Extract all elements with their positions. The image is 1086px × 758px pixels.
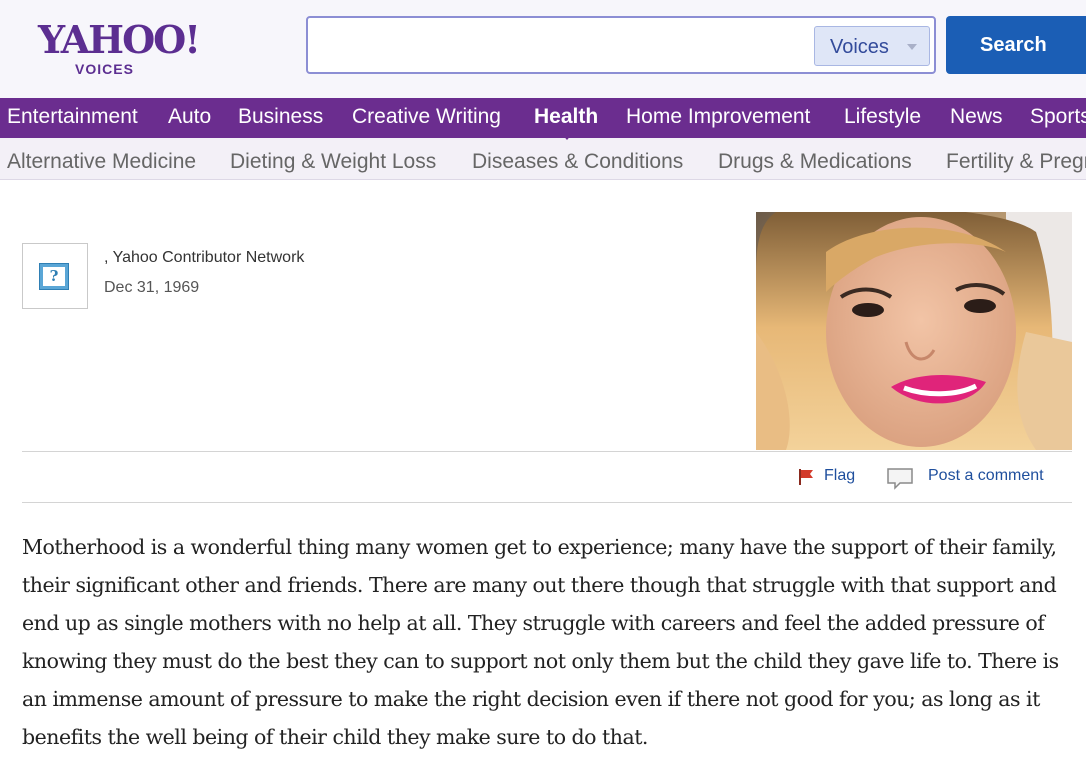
logo-subtitle: VOICES [75,61,134,77]
subnav-item-fertility-pregnancy[interactable]: Fertility & Pregnancy [946,150,1086,174]
flag-icon [799,469,813,485]
subnav-item-drugs-medications[interactable]: Drugs & Medications [718,150,912,174]
logo-wordmark: YAHOO! [38,17,201,62]
subnav-item-alternative-medicine[interactable]: Alternative Medicine [7,150,196,174]
primary-nav: Entertainment Auto Business Creative Wri… [0,98,1086,138]
yahoo-voices-logo[interactable]: YAHOO! VOICES [38,17,201,82]
article-photo [756,212,1072,450]
byline-date: Dec 31, 1969 [104,279,200,296]
site-header: YAHOO! VOICES Voices Search [0,0,1086,98]
divider-top [22,451,1072,452]
nav-item-home-improvement[interactable]: Home Improvement [626,105,810,129]
search-button[interactable]: Search [946,16,1086,74]
search-box: Voices [306,16,936,74]
nav-item-business[interactable]: Business [238,105,323,129]
active-nav-pointer [561,133,573,140]
subnav-item-dieting-weight-loss[interactable]: Dieting & Weight Loss [230,150,436,174]
search-scope-label: Voices [830,36,889,58]
subnav-item-diseases-conditions[interactable]: Diseases & Conditions [472,150,683,174]
search-input[interactable] [318,28,812,64]
nav-item-sports[interactable]: Sports [1030,105,1086,129]
nav-item-news[interactable]: News [950,105,1003,129]
secondary-nav: Alternative Medicine Dieting & Weight Lo… [0,138,1086,180]
flag-label: Flag [824,467,856,484]
divider-bottom [22,502,1072,503]
byline-author[interactable]: , Yahoo Contributor Network [104,249,304,267]
post-comment-label: Post a comment [928,467,1044,484]
nav-item-auto[interactable]: Auto [168,105,211,129]
nav-item-creative-writing[interactable]: Creative Writing [352,105,501,129]
chevron-down-icon [907,44,917,50]
nav-item-entertainment[interactable]: Entertainment [7,105,138,129]
search-scope-dropdown[interactable]: Voices [814,26,930,66]
nav-item-health[interactable]: Health [534,105,598,129]
author-avatar[interactable]: ? [22,243,88,309]
article-body: Motherhood is a wonderful thing many wom… [22,535,1059,749]
speech-bubble-icon [887,468,913,490]
nav-item-lifestyle[interactable]: Lifestyle [844,105,921,129]
question-mark-icon: ? [39,263,69,290]
